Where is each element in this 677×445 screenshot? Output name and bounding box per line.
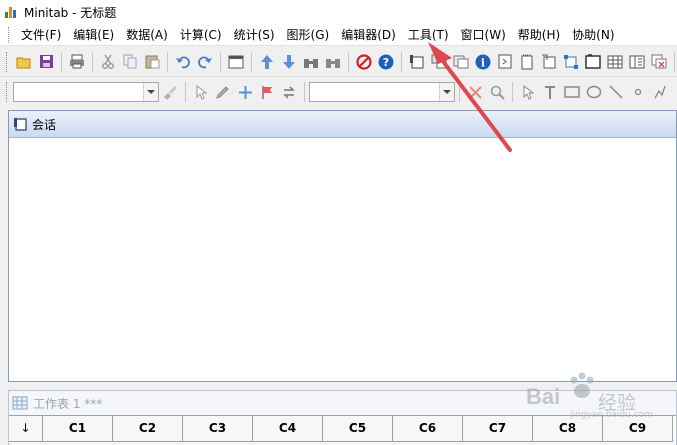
graph-editing-toolbar: [0, 77, 677, 107]
data-window-icon[interactable]: [429, 51, 449, 73]
crosshair-icon[interactable]: [235, 81, 255, 103]
menu-help[interactable]: 帮助(H): [512, 25, 566, 45]
menu-tools[interactable]: 工具(T): [402, 25, 455, 45]
toolbar-separator: [185, 82, 186, 102]
menu-editor[interactable]: 编辑器(D): [335, 25, 402, 45]
svg-text:?: ?: [383, 56, 389, 69]
copy-icon[interactable]: [120, 51, 140, 73]
new-window-icon[interactable]: [539, 51, 559, 73]
cut-icon[interactable]: [98, 51, 118, 73]
zoom-icon[interactable]: [487, 81, 507, 103]
worksheet-title: 工作表 1 ***: [33, 396, 103, 411]
arrow-down-icon[interactable]: [279, 51, 299, 73]
graph-folder-icon[interactable]: [451, 51, 471, 73]
toolbar-grip[interactable]: [6, 51, 9, 72]
toolbar-separator: [512, 82, 513, 102]
session-window-icon[interactable]: [407, 51, 427, 73]
watermark-brand: Bai: [526, 384, 561, 409]
svg-text:i: i: [481, 56, 485, 69]
paste-icon[interactable]: [142, 51, 162, 73]
flag-icon[interactable]: [257, 81, 277, 103]
tile-windows-icon[interactable]: [561, 51, 581, 73]
text-tool-icon[interactable]: [540, 81, 560, 103]
polyline-tool-icon[interactable]: [650, 81, 670, 103]
menu-window[interactable]: 窗口(W): [455, 25, 512, 45]
menu-stat[interactable]: 统计(S): [228, 25, 281, 45]
toolbar-separator: [92, 51, 93, 72]
toolbar-grip[interactable]: [6, 82, 9, 102]
brush-tool-icon[interactable]: [213, 81, 233, 103]
history-icon[interactable]: [495, 51, 515, 73]
minitab-logo-icon: [4, 5, 18, 19]
toolbar-separator: [348, 51, 349, 72]
window-title: Minitab - 无标题: [24, 5, 117, 20]
ellipse-tool-icon[interactable]: [584, 81, 604, 103]
toolbar-separator: [401, 51, 402, 72]
worksheet-grid-icon: [12, 396, 28, 410]
session-window[interactable]: 会话: [8, 110, 677, 382]
save-icon[interactable]: [36, 51, 56, 73]
point-tool-icon[interactable]: [628, 81, 648, 103]
select-pointer-icon[interactable]: [191, 81, 211, 103]
find-next-icon[interactable]: [323, 51, 343, 73]
toolbar-separator: [459, 82, 460, 102]
attribute-select-combo[interactable]: [309, 82, 455, 102]
session-title: 会话: [32, 117, 57, 132]
open-folder-icon[interactable]: [14, 51, 34, 73]
title-bar: Minitab - 无标题: [0, 0, 677, 24]
arrow-up-icon[interactable]: [257, 51, 277, 73]
chevron-down-icon[interactable]: [143, 83, 158, 101]
help-icon[interactable]: ?: [376, 51, 396, 73]
column-header-c4[interactable]: C4: [253, 416, 323, 442]
report-pad-icon[interactable]: [517, 51, 537, 73]
redo-icon[interactable]: [195, 51, 215, 73]
menu-data[interactable]: 数据(A): [120, 25, 174, 45]
standard-toolbar: ? i: [0, 47, 677, 77]
print-icon[interactable]: [67, 51, 87, 73]
menu-bar: 文件(F) 编辑(E) 数据(A) 计算(C) 统计(S) 图形(G) 编辑器(…: [0, 24, 677, 46]
toolbar-separator: [674, 51, 675, 72]
close-all-graphs-icon[interactable]: [649, 51, 669, 73]
chevron-down-icon[interactable]: [439, 83, 454, 101]
delete-x-icon[interactable]: [465, 81, 485, 103]
toolbar-separator: [304, 82, 305, 102]
baidu-jingyan-watermark: Bai 经验 jingyan.baidu.com: [520, 372, 677, 422]
toolbar-separator: [167, 51, 168, 72]
menubar-grip[interactable]: [8, 26, 11, 43]
session-title-bar[interactable]: 会话: [9, 111, 676, 138]
toolbar-separator: [61, 51, 62, 72]
menu-graph[interactable]: 图形(G): [281, 25, 336, 45]
columns-icon[interactable]: [627, 51, 647, 73]
column-header-c5[interactable]: C5: [323, 416, 393, 442]
column-header-c2[interactable]: C2: [113, 416, 183, 442]
toolbar-separator: [251, 51, 252, 72]
info-icon[interactable]: i: [473, 51, 493, 73]
session-window-icon: [13, 117, 27, 131]
window-icon[interactable]: [226, 51, 246, 73]
undo-icon[interactable]: [173, 51, 193, 73]
toolbar-separator: [220, 51, 221, 72]
menu-file[interactable]: 文件(F): [15, 25, 67, 45]
table-icon[interactable]: [605, 51, 625, 73]
menu-calc[interactable]: 计算(C): [174, 25, 228, 45]
worksheet-corner-arrow[interactable]: ↓: [9, 416, 43, 442]
arrow-pointer-icon[interactable]: [518, 81, 538, 103]
paw-logo-icon: [570, 372, 594, 398]
item-select-combo[interactable]: [13, 82, 159, 102]
find-icon[interactable]: [301, 51, 321, 73]
watermark-url: jingyan.baidu.com: [570, 410, 654, 420]
column-header-c3[interactable]: C3: [183, 416, 253, 442]
menu-assistant[interactable]: 协助(N): [566, 25, 620, 45]
column-header-c6[interactable]: C6: [393, 416, 463, 442]
rectangle-tool-icon[interactable]: [562, 81, 582, 103]
brush-icon[interactable]: [160, 81, 180, 103]
line-tool-icon[interactable]: [606, 81, 626, 103]
swap-arrows-icon[interactable]: [279, 81, 299, 103]
column-header-c1[interactable]: C1: [43, 416, 113, 442]
edit-last-dialog-icon[interactable]: [583, 51, 603, 73]
menu-edit[interactable]: 编辑(E): [67, 25, 120, 45]
cancel-icon[interactable]: [354, 51, 374, 73]
